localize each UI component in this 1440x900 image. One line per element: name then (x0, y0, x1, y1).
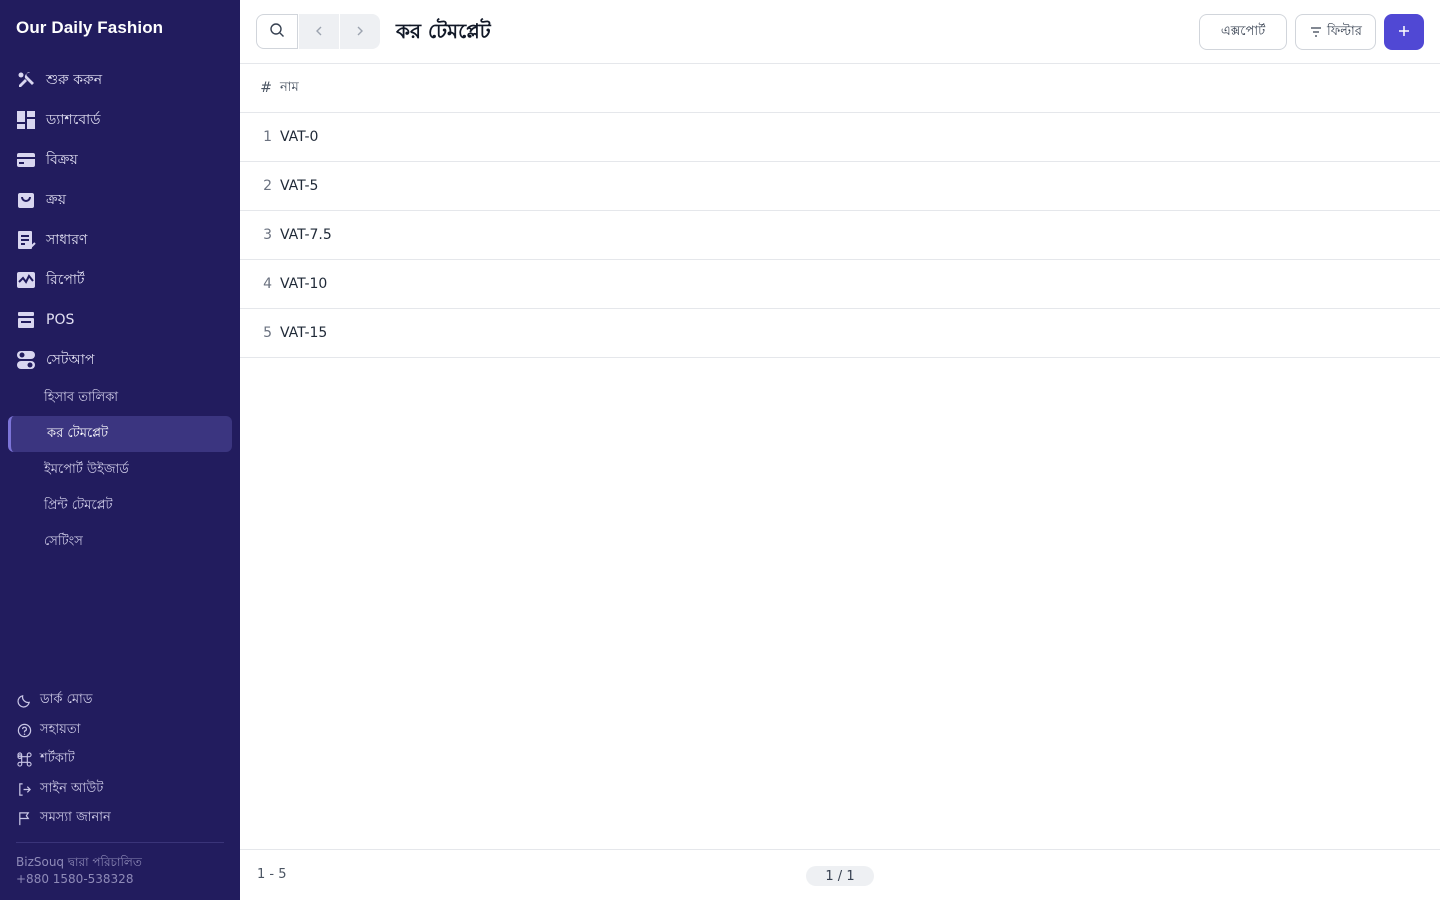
sidebar-item-sales[interactable]: বিক্রয় (0, 140, 240, 180)
sidebar-divider (16, 842, 224, 843)
dark-mode-link[interactable]: ডার্ক মোড (16, 686, 224, 716)
page-title: কর টেমপ্লেট (396, 19, 491, 43)
row-name: VAT-15 (280, 325, 328, 341)
powered-by-text: BizSouq দ্বারা পরিচালিত (16, 855, 142, 869)
table-row[interactable]: 2 VAT-5 (240, 162, 1440, 211)
dashboard-icon (16, 110, 36, 130)
tools-icon (16, 70, 36, 90)
add-button[interactable] (1384, 14, 1424, 50)
command-icon (16, 752, 32, 768)
history-nav (299, 14, 380, 49)
sidebar-item-dashboard[interactable]: ড্যাশবোর্ড (0, 100, 240, 140)
row-name: VAT-0 (280, 129, 319, 145)
brand-name: Our Daily Fashion (16, 18, 164, 37)
shortcuts-link[interactable]: শর্টকাট (16, 745, 224, 775)
help-icon (16, 722, 32, 738)
table-row[interactable]: 4 VAT-10 (240, 260, 1440, 309)
sidebar-subitem-tax-templates[interactable]: কর টেমপ্লেট (8, 416, 232, 452)
search-icon (269, 22, 285, 42)
search-button[interactable] (256, 14, 298, 49)
table-row[interactable]: 5 VAT-15 (240, 309, 1440, 358)
table-row[interactable]: 3 VAT-7.5 (240, 211, 1440, 260)
sidebar-item-purchase[interactable]: ক্রয় (0, 180, 240, 220)
sidebar-subitem-import-wizard[interactable]: ইমপোর্ট উইজার্ড (0, 452, 240, 488)
row-name: VAT-5 (280, 178, 319, 194)
sidebar-subitem-print-templates[interactable]: প্রিন্ট টেমপ্লেট (0, 488, 240, 524)
table-header-row: # নাম (240, 64, 1440, 113)
row-name: VAT-7.5 (280, 227, 332, 243)
report-issue-link[interactable]: সমস্যা জানান (16, 804, 224, 834)
shortcuts-label: শর্টকাট (40, 751, 75, 767)
forward-button[interactable] (340, 14, 380, 49)
sign-out-label: সাইন আউট (40, 780, 104, 796)
row-index: 3 (263, 227, 272, 243)
sidebar-item-label: ড্যাশবোর্ড (46, 112, 101, 128)
pagination-bar: 1 - 5 1 / 1 (240, 849, 1440, 900)
column-header-index: # (260, 80, 272, 96)
report-issue-label: সমস্যা জানান (40, 810, 111, 826)
tax-template-table: # নাম 1 VAT-0 2 VAT-5 3 VAT-7.5 4 VAT-10… (240, 64, 1440, 358)
sidebar-item-label: বিক্রয় (46, 152, 78, 168)
sidebar-item-label: POS (46, 312, 75, 328)
row-index: 1 (263, 129, 272, 145)
sidebar-subitem-chart-of-accounts[interactable]: হিসাব তালিকা (0, 380, 240, 416)
back-button[interactable] (299, 14, 339, 49)
sidebar-item-label: রিপোর্ট (46, 272, 85, 288)
sidebar-item-label: সাধারণ (46, 232, 88, 248)
chevron-right-icon (354, 22, 366, 41)
sidebar-item-setup[interactable]: সেটআপ (0, 340, 240, 380)
card-icon (16, 150, 36, 170)
sign-out-link[interactable]: সাইন আউট (16, 775, 224, 805)
setup-submenu: হিসাব তালিকা কর টেমপ্লেট ইমপোর্ট উইজার্ড… (0, 380, 240, 560)
table-row[interactable]: 1 VAT-0 (240, 113, 1440, 162)
row-range: 1 - 5 (257, 867, 287, 882)
plus-icon (1397, 23, 1411, 42)
row-index: 2 (263, 178, 272, 194)
shopping-bag-icon (16, 190, 36, 210)
sidebar-footer: BizSouq দ্বারা পরিচালিত +880 1580-538328 (16, 854, 142, 888)
moon-icon (16, 693, 32, 709)
sidebar-item-label: ক্রয় (46, 192, 66, 208)
export-label: এক্সপোর্ট (1220, 23, 1266, 39)
toggle-icon (16, 350, 36, 370)
page-header: কর টেমপ্লেট এক্সপোর্ট ফিল্টার (240, 0, 1440, 64)
row-index: 5 (263, 325, 272, 341)
flag-icon (16, 811, 32, 827)
pos-icon (16, 310, 36, 330)
sidebar-item-label: শুরু করুন (46, 72, 103, 88)
chevron-left-icon (313, 22, 325, 41)
column-header-name: নাম (280, 79, 299, 95)
page-indicator[interactable]: 1 / 1 (806, 866, 874, 886)
dark-mode-label: ডার্ক মোড (40, 692, 93, 708)
filter-icon (1309, 25, 1323, 39)
sidebar-nav: শুরু করুন ড্যাশবোর্ড বিক্রয় ক্রয় সাধার… (0, 60, 240, 560)
row-index: 4 (263, 276, 272, 292)
export-button[interactable]: এক্সপোর্ট (1199, 14, 1287, 50)
sidebar-subitem-settings[interactable]: সেটিংস (0, 524, 240, 560)
sign-out-icon (16, 781, 32, 797)
journal-icon (16, 230, 36, 250)
sidebar-item-get-started[interactable]: শুরু করুন (0, 60, 240, 100)
sidebar-item-pos[interactable]: POS (0, 300, 240, 340)
sidebar: Our Daily Fashion শুরু করুন ড্যাশবোর্ড ব… (0, 0, 240, 900)
sidebar-item-reports[interactable]: রিপোর্ট (0, 260, 240, 300)
sidebar-item-label: সেটআপ (46, 352, 95, 368)
row-name: VAT-10 (280, 276, 328, 292)
chart-icon (16, 270, 36, 290)
help-label: সহায়তা (40, 721, 81, 737)
sidebar-item-common[interactable]: সাধারণ (0, 220, 240, 260)
support-phone: +880 1580-538328 (16, 872, 134, 886)
filter-label: ফিল্টার (1327, 23, 1362, 39)
sidebar-bottom-links: ডার্ক মোড সহায়তা শর্টকাট সাইন আউট সমস্য… (16, 686, 224, 834)
filter-button[interactable]: ফিল্টার (1295, 14, 1376, 50)
help-link[interactable]: সহায়তা (16, 716, 224, 746)
